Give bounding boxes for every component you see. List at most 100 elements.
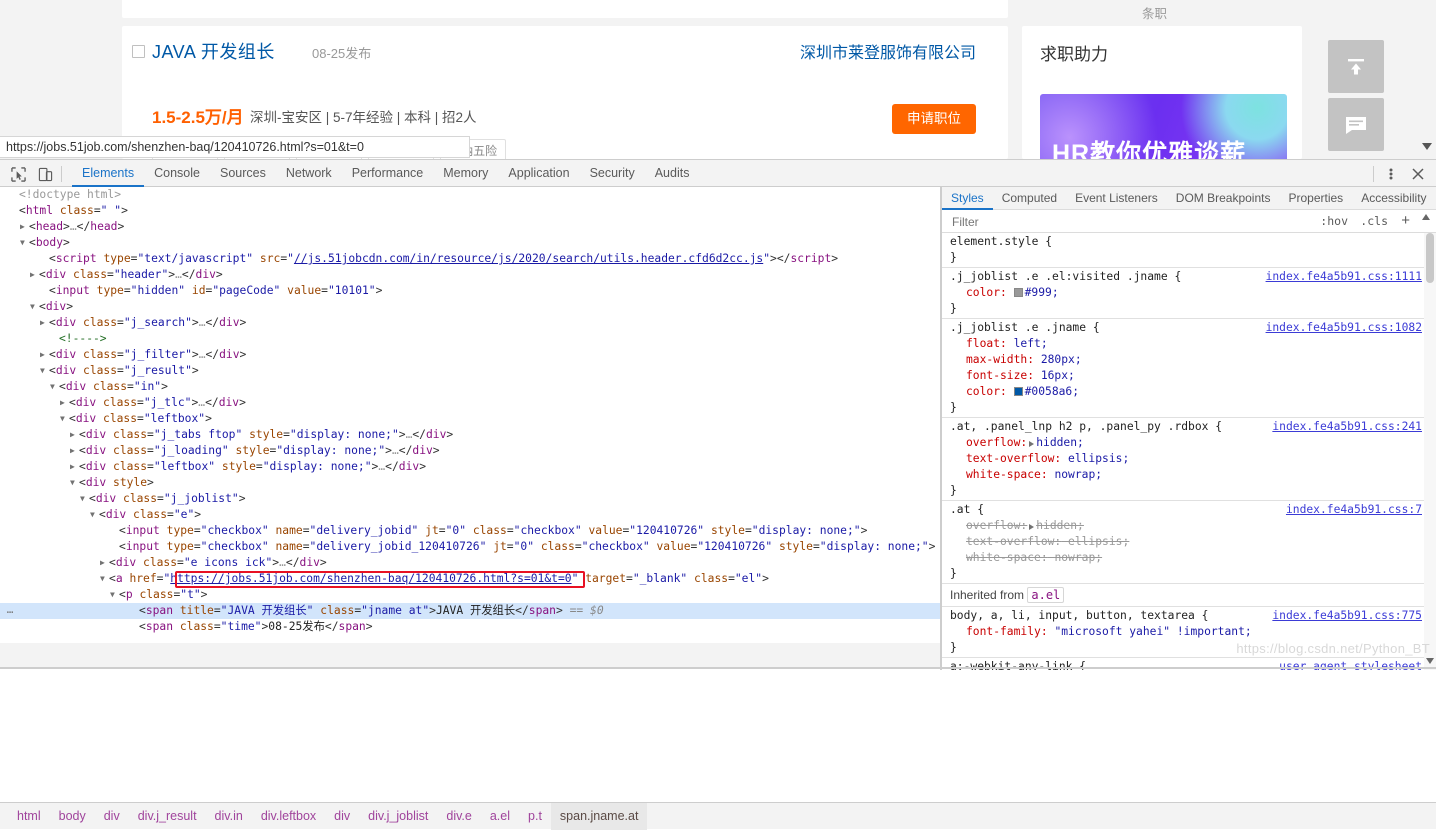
breadcrumb-item[interactable]: p.t (519, 803, 551, 830)
breadcrumb-item[interactable]: a.el (481, 803, 519, 830)
dom-tree-row[interactable]: <div class="j_filter">…</div> (0, 347, 940, 363)
css-property-name[interactable]: text-overflow: (950, 452, 1061, 465)
dom-tree-row[interactable]: <input type="checkbox" name="delivery_jo… (0, 539, 940, 555)
css-source-link[interactable]: index.fe4a5b91.css:1111 (1266, 269, 1422, 285)
css-property-value[interactable]: #0058a6; (1025, 385, 1079, 398)
css-rule[interactable]: .j_joblist .e .jname {index.fe4a5b91.css… (942, 319, 1436, 418)
devtools-tab-memory[interactable]: Memory (433, 160, 498, 187)
devtools-tab-console[interactable]: Console (144, 160, 210, 187)
devtools-tab-elements[interactable]: Elements (72, 160, 145, 187)
styles-tab-styles[interactable]: Styles (942, 187, 993, 210)
styles-filter-input[interactable] (950, 214, 1310, 229)
dom-tree-row[interactable]: <div class="j_result"> (0, 363, 940, 379)
page-scroll-down-caret[interactable] (1422, 143, 1432, 150)
css-declaration[interactable]: overflow: hidden; (950, 518, 1436, 534)
breadcrumb-item[interactable]: div.e (437, 803, 480, 830)
css-property-value[interactable]: nowrap; (1054, 551, 1102, 564)
dom-tree-row[interactable]: <div class="e icons ick">…</div> (0, 555, 940, 571)
dom-tree-row[interactable]: <div class="leftbox"> (0, 411, 940, 427)
css-property-name[interactable]: color: (950, 286, 1007, 299)
inherited-from-element[interactable]: a.el (1027, 587, 1065, 603)
chevron-down-icon[interactable] (20, 235, 29, 251)
chevron-right-icon[interactable] (40, 347, 49, 363)
css-rule[interactable]: .j_joblist .e .el:visited .jname {index.… (942, 268, 1436, 319)
breadcrumb-item[interactable]: body (50, 803, 95, 830)
css-declaration[interactable]: text-overflow: ellipsis; (950, 451, 1436, 467)
styles-scrollbar[interactable] (1424, 233, 1436, 670)
dom-tree-row[interactable]: <div class="e"> (0, 507, 940, 523)
css-declaration[interactable]: text-overflow: ellipsis; (950, 534, 1436, 550)
breadcrumb-item[interactable]: div.leftbox (252, 803, 325, 830)
devtools-tab-network[interactable]: Network (276, 160, 342, 187)
color-swatch[interactable] (1013, 288, 1023, 297)
breadcrumb-item[interactable]: div.in (206, 803, 252, 830)
chevron-right-icon[interactable] (70, 427, 79, 443)
expand-arrow-icon[interactable] (1029, 441, 1035, 447)
css-declaration[interactable]: font-family: "microsoft yahei" !importan… (950, 624, 1436, 640)
expand-arrow-icon[interactable] (1029, 524, 1035, 530)
css-declaration[interactable]: font-size: 16px; (950, 368, 1436, 384)
css-property-value[interactable]: nowrap; (1054, 468, 1102, 481)
chevron-down-icon[interactable] (40, 363, 49, 379)
css-declaration[interactable]: color: #0058a6; (950, 384, 1436, 400)
css-property-name[interactable]: max-width: (950, 353, 1034, 366)
job-select-checkbox[interactable] (132, 45, 145, 58)
chevron-right-icon[interactable] (20, 219, 29, 235)
dom-tree-row[interactable]: <a href="https://jobs.51job.com/shenzhen… (0, 571, 940, 587)
styles-tab-computed[interactable]: Computed (993, 187, 1066, 210)
styles-rule-list[interactable]: element.style {} .j_joblist .e .el:visite… (942, 233, 1436, 670)
css-source-link[interactable]: index.fe4a5b91.css:1082 (1266, 320, 1422, 336)
chevron-down-icon[interactable] (80, 491, 89, 507)
chevron-right-icon[interactable] (70, 459, 79, 475)
feedback-button[interactable] (1328, 98, 1384, 151)
dom-tree-row[interactable]: <div class="j_tlc">…</div> (0, 395, 940, 411)
dom-tree-row[interactable]: <div class="header">…</div> (0, 267, 940, 283)
dom-tree-panel[interactable]: <!doctype html> <html class=" "> <head>…</… (0, 187, 940, 643)
css-property-name[interactable]: color: (950, 385, 1007, 398)
dom-tree-row[interactable]: <span class="time">08-25发布</span> (0, 619, 940, 635)
dom-tree-row[interactable]: <div class="j_loading" style="display: n… (0, 443, 940, 459)
job-apply-button[interactable]: 申请职位 (892, 104, 976, 134)
job-company-link[interactable]: 深圳市莱登服饰有限公司 (800, 39, 976, 63)
dom-tree-row[interactable]: <body> (0, 235, 940, 251)
css-source-link[interactable]: index.fe4a5b91.css:775 (1272, 608, 1422, 624)
css-rule[interactable]: .at {index.fe4a5b91.css:7 overflow: hidden… (942, 501, 1436, 584)
dom-tree-row[interactable]: <div class="j_tabs ftop" style="display:… (0, 427, 940, 443)
dom-tree-row[interactable]: <input type="checkbox" name="delivery_jo… (0, 523, 940, 539)
styles-scroll-down-caret[interactable] (1426, 658, 1434, 664)
dom-tree-row[interactable]: <div class="leftbox" style="display: non… (0, 459, 940, 475)
breadcrumb-item[interactable]: div (95, 803, 129, 830)
styles-tab-properties[interactable]: Properties (1279, 187, 1352, 210)
dom-tree-row[interactable]: <div> (0, 299, 940, 315)
devtools-tab-application[interactable]: Application (498, 160, 579, 187)
device-toolbar-icon[interactable] (33, 164, 57, 184)
styles-scroll-up-caret[interactable] (1422, 214, 1430, 220)
css-source-link[interactable]: index.fe4a5b91.css:241 (1272, 419, 1422, 435)
css-property-name[interactable]: overflow: (950, 519, 1027, 532)
css-declaration[interactable]: white-space: nowrap; (950, 550, 1436, 566)
more-vertical-icon[interactable] (1382, 164, 1400, 184)
css-property-name[interactable]: white-space: (950, 468, 1048, 481)
chevron-down-icon[interactable] (30, 299, 39, 315)
cursor-inspect-icon[interactable] (6, 164, 30, 184)
close-icon[interactable] (1408, 164, 1428, 184)
styles-tab-event-listeners[interactable]: Event Listeners (1066, 187, 1167, 210)
color-swatch[interactable] (1013, 387, 1023, 396)
job-title-link[interactable]: JAVA 开发组长 (152, 38, 275, 64)
dom-tree-row[interactable]: <p class="t"> (0, 587, 940, 603)
chevron-right-icon[interactable] (40, 315, 49, 331)
chevron-down-icon[interactable] (110, 587, 119, 603)
css-property-name[interactable]: white-space: (950, 551, 1048, 564)
chevron-down-icon[interactable] (50, 379, 59, 395)
css-property-value[interactable]: ellipsis; (1068, 535, 1129, 548)
breadcrumb-item[interactable]: span.jname.at (550, 802, 648, 830)
breadcrumb-item[interactable]: div.j_result (129, 803, 206, 830)
css-property-value[interactable]: ellipsis; (1068, 452, 1129, 465)
chevron-right-icon[interactable] (60, 395, 69, 411)
dom-tree-row[interactable]: <html class=" "> (0, 203, 940, 219)
css-property-value[interactable]: hidden; (1036, 436, 1084, 449)
css-property-value[interactable]: 280px; (1041, 353, 1082, 366)
css-property-value[interactable]: hidden; (1036, 519, 1084, 532)
css-property-name[interactable]: overflow: (950, 436, 1027, 449)
devtools-tab-sources[interactable]: Sources (210, 160, 276, 187)
